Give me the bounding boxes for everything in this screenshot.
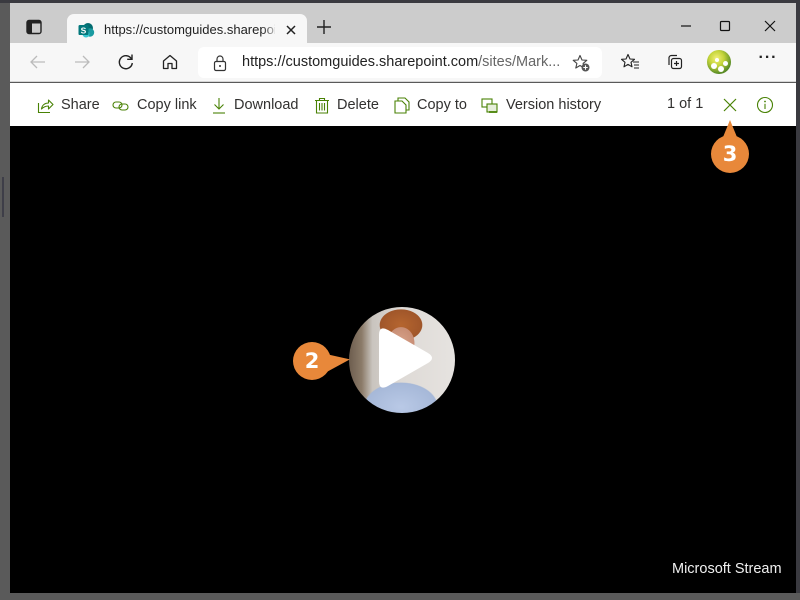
window-frame-right xyxy=(796,0,800,600)
tab-actions-icon xyxy=(26,19,42,35)
share-icon xyxy=(37,98,54,113)
add-favorite-button[interactable] xyxy=(571,53,591,73)
profile-avatar[interactable] xyxy=(707,50,731,74)
close-icon xyxy=(286,25,296,35)
collections-icon xyxy=(668,54,683,70)
url-text: https://customguides.sharepoint.com/site… xyxy=(242,54,560,70)
plus-icon xyxy=(317,20,331,34)
more-icon: ··· xyxy=(758,49,778,66)
close-icon xyxy=(723,98,737,112)
version-history-icon xyxy=(481,97,498,113)
close-viewer-button[interactable] xyxy=(720,95,740,115)
new-tab-button[interactable] xyxy=(314,17,334,37)
arrow-right-icon xyxy=(75,55,90,69)
copy-to-label: Copy to xyxy=(417,97,467,113)
page-counter: 1 of 1 xyxy=(667,96,704,112)
window-frame-bottom xyxy=(0,593,800,600)
favorites-button[interactable] xyxy=(620,52,640,72)
minimize-button[interactable] xyxy=(676,16,696,36)
info-button[interactable] xyxy=(755,95,775,115)
copy-link-button[interactable]: Copy link xyxy=(112,95,197,115)
callout-step-3: 3 xyxy=(711,135,749,173)
video-player[interactable]: Microsoft Stream xyxy=(10,126,796,593)
refresh-icon xyxy=(118,54,133,70)
minimize-icon xyxy=(681,25,691,27)
tab-close-button[interactable] xyxy=(283,22,299,38)
microsoft-stream-brand: Microsoft Stream xyxy=(672,561,782,577)
copy-icon xyxy=(394,96,410,114)
maximize-button[interactable] xyxy=(715,16,735,36)
tab-title-fade xyxy=(262,18,280,42)
forward-button[interactable] xyxy=(72,52,92,72)
share-button[interactable]: Share xyxy=(37,95,100,115)
window-close-button[interactable] xyxy=(760,16,780,36)
url-host: https://customguides.sharepoint.com xyxy=(242,54,479,70)
home-button[interactable] xyxy=(160,52,180,72)
download-button[interactable]: Download xyxy=(211,95,299,115)
back-button[interactable] xyxy=(28,52,48,72)
tab-title: https://customguides.sharepoint.com/site… xyxy=(104,22,275,37)
scrollbar-thumb[interactable] xyxy=(2,177,4,217)
link-icon xyxy=(112,100,129,111)
lock-icon xyxy=(213,55,227,72)
url-path: /sites/Mark... xyxy=(478,54,561,70)
arrow-left-icon xyxy=(30,55,45,69)
star-add-icon xyxy=(572,54,590,72)
info-icon xyxy=(756,96,774,114)
close-icon xyxy=(764,20,776,32)
callout-step-2: 2 xyxy=(293,342,331,380)
video-thumbnail-play-button[interactable] xyxy=(349,307,455,413)
svg-text:S: S xyxy=(81,25,87,35)
maximize-icon xyxy=(719,20,731,32)
version-history-button[interactable]: Version history xyxy=(481,95,601,115)
copy-link-label: Copy link xyxy=(137,97,197,113)
browser-titlebar: S https://customguides.sharepoint.com/si… xyxy=(10,3,796,46)
refresh-button[interactable] xyxy=(116,52,136,72)
download-label: Download xyxy=(234,97,299,113)
download-icon xyxy=(213,97,225,114)
address-bar[interactable]: https://customguides.sharepoint.com/site… xyxy=(198,47,602,78)
version-history-label: Version history xyxy=(506,97,602,113)
window-frame-left xyxy=(0,40,10,600)
browser-tab-active[interactable]: S https://customguides.sharepoint.com/si… xyxy=(67,14,307,46)
share-label: Share xyxy=(61,97,100,113)
home-icon xyxy=(162,54,178,70)
file-viewer-command-bar: Share Copy link Download Delete Copy to xyxy=(10,83,796,126)
collections-button[interactable] xyxy=(665,52,685,72)
browser-navbar: https://customguides.sharepoint.com/site… xyxy=(10,43,796,82)
delete-label: Delete xyxy=(337,97,379,113)
delete-button[interactable]: Delete xyxy=(314,95,379,115)
trash-icon xyxy=(315,97,329,114)
tab-actions-button[interactable] xyxy=(24,17,44,37)
copy-to-button[interactable]: Copy to xyxy=(394,95,467,115)
sharepoint-icon: S xyxy=(78,23,95,38)
favorites-icon xyxy=(620,53,639,69)
more-button[interactable]: ··· xyxy=(758,49,778,71)
play-icon xyxy=(379,328,432,388)
